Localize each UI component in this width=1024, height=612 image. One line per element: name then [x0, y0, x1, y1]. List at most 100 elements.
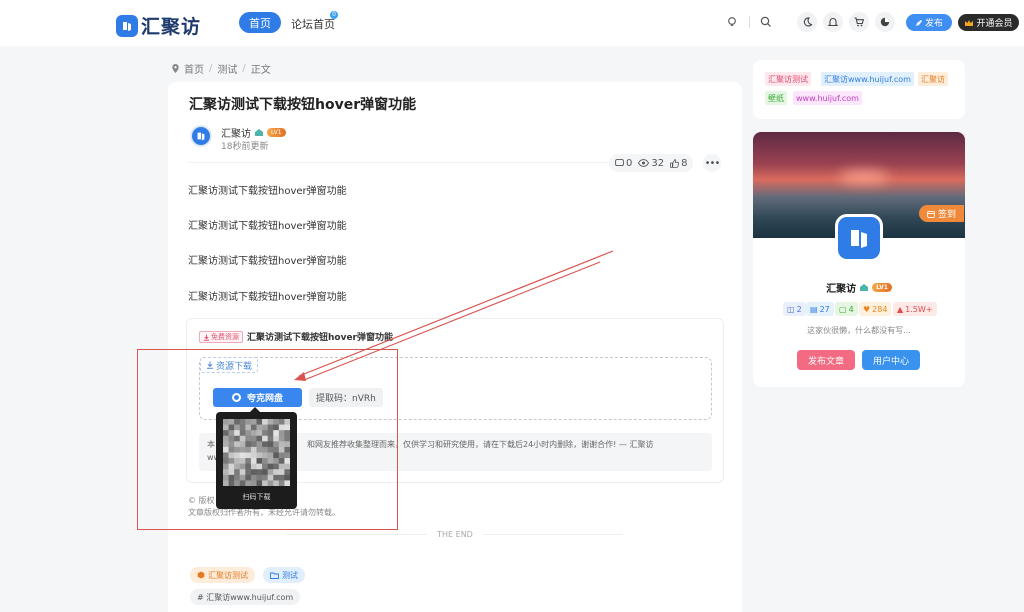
- verified-icon: [255, 129, 263, 136]
- free-resource-tag: 免费资源: [199, 331, 243, 343]
- article-paragraph: 汇聚访测试下载按钮hover弹窗功能: [188, 186, 347, 197]
- free-resource-label: 免费资源: [211, 333, 239, 341]
- publish-label: 发布: [924, 19, 943, 29]
- comments-stat[interactable]: 0: [615, 158, 632, 169]
- thumbs-up-icon: [670, 158, 680, 168]
- breadcrumb: 首页 / 测试 / 正文: [172, 61, 271, 76]
- logo-icon: [116, 14, 138, 37]
- vip-button[interactable]: 开通会员: [958, 14, 1019, 31]
- eye-icon: [638, 159, 650, 167]
- pen-icon: [915, 19, 922, 26]
- profile-bio: 这家伙很懒，什么都没有写...: [807, 326, 911, 335]
- update-time: 18秒前更新: [221, 142, 269, 152]
- banner-glow: [839, 170, 889, 184]
- publish-button[interactable]: 发布: [906, 14, 952, 31]
- cube-icon: [197, 571, 205, 579]
- article-paragraph: 汇聚访测试下载按钮hover弹窗功能: [188, 292, 347, 303]
- category-tag[interactable]: 汇聚访测试: [190, 567, 255, 583]
- views-stat: 32: [638, 158, 664, 169]
- download-title: 汇聚访测试下载按钮hover弹窗功能: [247, 333, 394, 343]
- stat-popularity-value: 1.5W+: [905, 304, 933, 314]
- comment-icon: ◫: [787, 304, 795, 314]
- publish-article-button[interactable]: 发布文章: [797, 350, 855, 370]
- download-icon: [203, 334, 210, 341]
- stat-posts: ▤ 27: [806, 302, 834, 316]
- more-options-icon[interactable]: •••: [703, 154, 721, 172]
- pie-chart-icon[interactable]: [875, 12, 895, 32]
- document-icon: ▤: [810, 304, 818, 314]
- author-name[interactable]: 汇聚访: [221, 125, 251, 140]
- sidebar-tag-cloud: 汇聚访测试 汇聚访www.huijuf.com 汇聚访 壁纸 www.huiju…: [753, 60, 965, 119]
- breadcrumb-home[interactable]: 首页: [184, 61, 204, 76]
- verified-icon: [860, 284, 869, 291]
- thumbs-up-icon: ♥: [863, 304, 871, 314]
- tag-cloud-item[interactable]: www.huijuf.com: [793, 91, 862, 105]
- profile-level-badge: LV1: [872, 283, 892, 292]
- vip-label: 开通会员: [976, 19, 1013, 29]
- profile-name[interactable]: 汇聚访: [826, 280, 856, 295]
- stat-comments: ◫ 2: [783, 302, 806, 316]
- profile-avatar[interactable]: [835, 214, 883, 262]
- signin-label: 签到: [937, 210, 956, 220]
- calendar-icon: [927, 210, 935, 218]
- category-tag-label: 汇聚访测试: [208, 570, 248, 580]
- folder-tag[interactable]: 测试: [263, 567, 305, 583]
- tag-cloud-item[interactable]: 壁纸: [765, 91, 787, 105]
- article-card: 汇聚访测试下载按钮hover弹窗功能 汇聚访 LV1 18秒前更新 0 32 8…: [168, 82, 742, 612]
- top-navbar: 汇聚访 首页 论坛首页 0 发布 开通会员: [0, 0, 1024, 46]
- hashtag-chip[interactable]: # 汇聚访www.huijuf.com: [190, 589, 301, 605]
- logo-text: 汇聚访: [141, 16, 202, 38]
- comments-count: 0: [626, 157, 633, 169]
- tag-cloud-item[interactable]: 汇聚访: [918, 72, 948, 86]
- tag-cloud-item[interactable]: 汇聚访www.huijuf.com: [821, 72, 914, 86]
- nav-home[interactable]: 首页: [239, 12, 281, 33]
- profile-name-row: 汇聚访 LV1: [753, 280, 965, 295]
- nav-forum[interactable]: 论坛首页: [291, 16, 335, 32]
- fire-icon: ▲: [897, 304, 904, 314]
- signin-button[interactable]: 签到: [919, 205, 964, 222]
- bell-icon[interactable]: [823, 12, 843, 32]
- annotation-highlight-box: [137, 349, 398, 530]
- cart-icon[interactable]: [849, 12, 869, 32]
- breadcrumb-current: 正文: [250, 65, 271, 76]
- author-avatar[interactable]: [190, 125, 212, 147]
- article-paragraph: 汇聚访测试下载按钮hover弹窗功能: [188, 256, 347, 267]
- article-stats: 0 32 8: [609, 154, 694, 172]
- folder-icon: [270, 572, 279, 579]
- folder-tag-label: 测试: [282, 570, 298, 580]
- header-separator: [749, 16, 750, 28]
- author-info: 汇聚访 LV1: [221, 125, 286, 140]
- stat-replies: ▢ 4: [835, 302, 858, 316]
- stat-replies-value: 4: [848, 304, 854, 314]
- lightbulb-icon[interactable]: [725, 15, 739, 29]
- search-icon[interactable]: [759, 15, 773, 29]
- the-end-text: THE END: [437, 530, 473, 539]
- crown-icon: [965, 19, 974, 26]
- breadcrumb-separator: /: [209, 63, 213, 74]
- user-center-button[interactable]: 用户中心: [862, 350, 920, 370]
- likes-stat[interactable]: 8: [670, 158, 687, 169]
- site-logo[interactable]: 汇聚访: [116, 12, 201, 39]
- meta-divider: [189, 162, 609, 163]
- breadcrumb-category[interactable]: 测试: [217, 61, 237, 76]
- views-count: 32: [651, 157, 665, 169]
- stat-comments-value: 2: [796, 304, 802, 314]
- hashtag-label: # 汇聚访www.huijuf.com: [197, 592, 294, 602]
- tag-cloud-item[interactable]: 汇聚访测试: [765, 72, 811, 86]
- likes-count: 8: [681, 157, 688, 169]
- stat-likes-value: 284: [872, 304, 888, 314]
- article-paragraph: 汇聚访测试下载按钮hover弹窗功能: [188, 221, 347, 232]
- moon-icon[interactable]: [797, 12, 817, 32]
- comment-icon: [615, 158, 624, 166]
- article-title: 汇聚访测试下载按钮hover弹窗功能: [189, 97, 417, 113]
- breadcrumb-separator: /: [242, 63, 246, 74]
- stat-likes: ♥ 284: [859, 302, 892, 316]
- stat-posts-value: 27: [819, 304, 830, 314]
- stat-popularity: ▲ 1.5W+: [893, 302, 937, 316]
- nav-forum-badge: 0: [330, 11, 338, 19]
- message-icon: ▢: [839, 304, 847, 314]
- level-badge: LV1: [267, 128, 286, 137]
- location-pin-icon: [172, 64, 179, 73]
- author-profile-card: 签到 汇聚访 LV1 ◫ 2 ▤ 27 ▢ 4 ♥ 284 ▲ 1.5W+ 这家伙很懒，什…: [753, 132, 965, 387]
- the-end-divider: THE END: [168, 530, 742, 539]
